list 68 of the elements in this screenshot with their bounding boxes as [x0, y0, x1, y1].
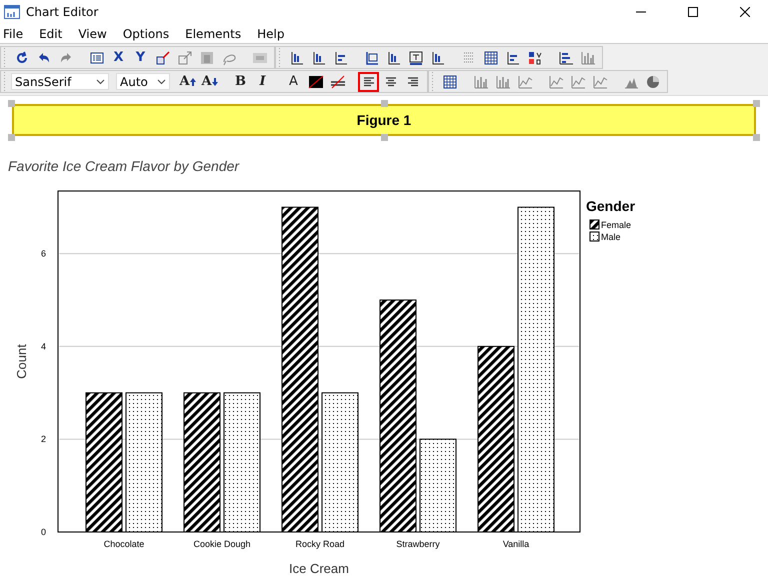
- grow-font-button[interactable]: A: [177, 72, 198, 92]
- y-tick-label: 2: [40, 434, 46, 444]
- scale-icon: [154, 50, 170, 66]
- x-tick-label: Cookie Dough: [193, 539, 251, 549]
- legend-label: Male: [601, 232, 621, 242]
- legend-swatch: [590, 232, 600, 242]
- transpose-icon: [558, 50, 574, 66]
- menu-item[interactable]: View: [75, 26, 116, 40]
- window-title: Chart Editor: [26, 5, 98, 19]
- menu-item[interactable]: File: [0, 26, 32, 40]
- bold-button[interactable]: B: [230, 72, 251, 92]
- close-icon: [740, 7, 750, 17]
- x-tick-label: Chocolate: [104, 539, 144, 549]
- chart-title: Favorite Ice Cream Flavor by Gender: [8, 158, 240, 174]
- menu-item[interactable]: Help: [254, 26, 294, 40]
- legend-title: Gender: [586, 198, 636, 214]
- list-icon: [88, 50, 104, 66]
- x-axis-label: Ice Cream: [289, 561, 349, 576]
- resize-handle[interactable]: [753, 134, 760, 141]
- figure-title[interactable]: Figure 1: [12, 104, 756, 136]
- x-tick-label: Vanilla: [502, 539, 530, 549]
- data-labels-icon: [526, 50, 542, 66]
- arrow-down-icon: [212, 78, 218, 86]
- grid-icon: [482, 50, 498, 66]
- y-axis-label: Count: [14, 344, 29, 379]
- arrow-up-icon: [190, 78, 196, 86]
- title-box-icon: [408, 50, 424, 66]
- pie-icon: [644, 74, 660, 90]
- legend-swatch: [590, 220, 600, 230]
- color-swatch-icon: [308, 74, 324, 90]
- maximize-icon: [688, 7, 698, 17]
- y-tick-label: 0: [40, 527, 46, 537]
- bar-chart-icon: [580, 50, 596, 66]
- legend-label: Female: [601, 220, 632, 230]
- x-tick-label: Strawberry: [396, 539, 440, 549]
- size-select[interactable]: Auto: [116, 73, 170, 90]
- menu-item[interactable]: Edit: [36, 26, 72, 40]
- resize-handle[interactable]: [8, 134, 15, 141]
- grid-icon: [442, 74, 458, 90]
- align-left-button[interactable]: [358, 72, 379, 92]
- axis-box-icon: [364, 50, 380, 66]
- resize-handle[interactable]: [753, 100, 760, 107]
- italic-button[interactable]: I: [252, 72, 273, 92]
- x-tick-label: Rocky Road: [295, 539, 345, 549]
- line-style-icon: [330, 74, 346, 90]
- resize-handle[interactable]: [380, 100, 388, 107]
- line-chart-icon: [516, 74, 532, 90]
- chevron-down-icon: [96, 78, 105, 84]
- resize-handle[interactable]: [380, 134, 388, 141]
- y-tick-label: 6: [40, 248, 46, 259]
- bar-chart-icon: [494, 74, 510, 90]
- y-tick-label: 4: [40, 341, 46, 352]
- menu-item[interactable]: Elements: [182, 26, 250, 40]
- menu-item[interactable]: Options: [120, 26, 178, 40]
- text-color-button[interactable]: A: [283, 72, 304, 92]
- line-chart-icon: [570, 74, 586, 90]
- line-chart-icon: [548, 74, 564, 90]
- font-select[interactable]: SansSerif: [11, 73, 109, 90]
- axis-button[interactable]: Y: [130, 48, 151, 68]
- shrink-font-button[interactable]: A: [199, 72, 220, 92]
- line-chart-icon: [592, 74, 608, 90]
- axis-button[interactable]: X: [108, 48, 129, 68]
- bar-chart-icon: [472, 74, 488, 90]
- frame-icon: [198, 50, 214, 66]
- resize-handle[interactable]: [8, 100, 15, 107]
- app-icon: [4, 5, 20, 19]
- chevron-down-icon: [157, 78, 166, 84]
- resize-icon: [176, 50, 192, 66]
